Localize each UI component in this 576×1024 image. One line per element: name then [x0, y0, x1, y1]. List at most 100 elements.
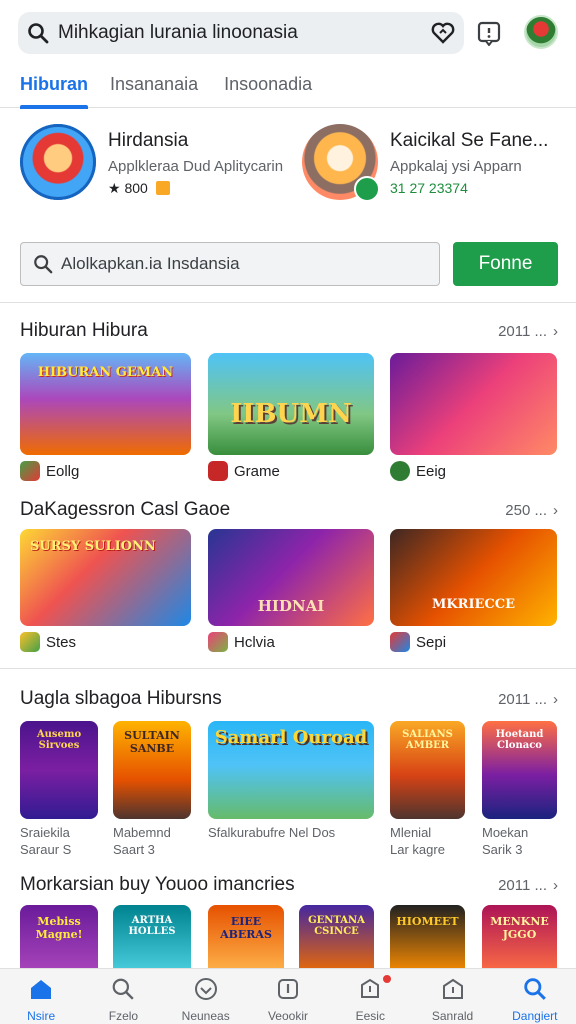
game-thumbnail: MENKNE JGGO — [482, 905, 557, 975]
tag-icon — [358, 977, 382, 1006]
see-more-link[interactable]: 2011 ... › — [498, 323, 558, 340]
game-thumbnail: SALIANS AMBER — [390, 721, 465, 819]
thumbnail-text: SURSY SULIONN — [30, 539, 156, 554]
game-subtitle: Saart 3 — [113, 842, 155, 857]
game-card[interactable]: SURSY SULIONN Stes — [20, 529, 191, 652]
game-thumbnail: GENTANA CSINCE — [299, 905, 374, 975]
nav-label: Neuneas — [181, 1009, 230, 1023]
game-card[interactable]: HIBURAN GEMAN Eollg — [20, 353, 191, 481]
thumbnail-text: MKRIECCE — [431, 597, 516, 612]
game-card[interactable]: Hoetand Clonaco Moekan Sarik 3 — [482, 721, 557, 858]
featured-app-2[interactable]: Kaicikal Se Fane... Appkalaj ysi Apparn … — [302, 124, 549, 202]
bottom-navigation: Nsire Fzelo Neuneas Veookir Eesic Sanral… — [0, 968, 576, 1024]
thumbnail-text: Hoetand Clonaco — [495, 729, 544, 751]
game-thumbnail: SULTAIN SANBE — [113, 721, 191, 819]
game-card[interactable]: Mebiss Magne! — [20, 905, 98, 975]
nav-item-favorites[interactable]: Neuneas — [165, 969, 247, 1024]
search-icon — [523, 977, 547, 1006]
app-icon — [20, 124, 96, 200]
game-card[interactable]: EIEE ABERAS — [208, 905, 284, 975]
game-card[interactable]: GENTANA CSINCE — [299, 905, 374, 975]
game-title: Grame — [234, 462, 280, 480]
section-title: DaKagessron Casl Gaoe — [20, 499, 231, 520]
nav-item-home[interactable]: Nsire — [0, 969, 82, 1024]
nav-item-search[interactable]: Fzelo — [82, 969, 164, 1024]
app-icon — [302, 124, 380, 202]
chevron-right-icon: › — [553, 501, 558, 519]
nav-label: Fzelo — [108, 1009, 139, 1023]
divider — [0, 668, 576, 669]
app-title: Kaicikal Se Fane... — [390, 130, 549, 151]
game-thumbnail: HIDNAI — [208, 529, 374, 626]
chevron-right-icon: › — [553, 876, 558, 894]
game-title: Mabemnd — [113, 825, 171, 840]
game-thumbnail: HIOMEET — [390, 905, 465, 975]
app-search-field[interactable]: Alolkapkan.ia Insdansia — [20, 242, 440, 286]
thumbnail-text: Mebiss Magne! — [35, 915, 83, 941]
game-card[interactable]: HIOMEET — [390, 905, 465, 975]
thumbnail-text: Ausemo Sirvoes — [36, 729, 82, 751]
section-header: Morkarsian buy Youoo imancries 2011 ... › — [20, 872, 558, 898]
game-card[interactable]: IIBUMN Grame — [208, 353, 374, 481]
game-card[interactable]: SULTAIN SANBE Mabemnd Saart 3 — [113, 721, 191, 858]
thumbnail-text: Samarl Ouroad — [214, 727, 368, 748]
info-icon — [276, 977, 300, 1006]
game-icon — [208, 461, 228, 481]
game-card[interactable]: MKRIECCE Sepi — [390, 529, 557, 652]
game-card[interactable]: Eeig — [390, 353, 557, 481]
search-icon — [18, 22, 58, 44]
avatar[interactable] — [524, 15, 558, 49]
section-count: 2011 ... — [498, 690, 547, 708]
game-title: Sepi — [416, 633, 447, 651]
divider — [0, 302, 576, 303]
thumbnail-text: EIEE ABERAS — [220, 915, 272, 941]
game-card[interactable]: SALIANS AMBER Mlenial Lar kagre — [390, 721, 465, 858]
nav-label: Sanrald — [431, 1009, 474, 1023]
category-tabs: Hiburan Insananaia Insoonadia — [0, 64, 576, 109]
nav-item-info[interactable]: Veookir — [247, 969, 329, 1024]
app-subtitle: Applkleraa Dud Aplitycarin — [108, 158, 284, 175]
nav-item-store[interactable]: Sanrald — [411, 969, 493, 1024]
section-count: 2011 ... — [498, 322, 547, 340]
section-header: DaKagessron Casl Gaoe 250 ... › — [20, 497, 558, 523]
game-title: Eollg — [46, 462, 80, 480]
game-card[interactable]: HIDNAI Hclvia — [208, 529, 374, 652]
game-subtitle: Lar kagre — [390, 842, 445, 857]
game-title: Stes — [46, 633, 77, 651]
see-more-link[interactable]: 2011 ... › — [498, 877, 558, 894]
nav-label: Dangiert — [512, 1009, 558, 1023]
game-title: Eeig — [416, 462, 447, 480]
game-title: Sraiekila — [20, 825, 70, 840]
see-more-link[interactable]: 250 ... › — [505, 502, 558, 519]
tab-insananaia[interactable]: Insananaia — [110, 64, 198, 108]
game-title: Hclvia — [234, 633, 275, 651]
game-icon — [390, 632, 410, 652]
game-card[interactable]: MENKNE JGGO — [482, 905, 557, 975]
thumbnail-text: HIDNAI — [257, 597, 325, 615]
featured-app-1[interactable]: Hirdansia Applkleraa Dud Aplitycarin ★ 8… — [20, 124, 283, 200]
game-thumbnail: Samarl Ouroad — [208, 721, 374, 819]
game-thumbnail: Mebiss Magne! — [20, 905, 98, 975]
nav-label: Eesic — [355, 1009, 385, 1023]
game-thumbnail: MKRIECCE — [390, 529, 557, 626]
tab-insoonadia[interactable]: Insoonadia — [224, 64, 312, 108]
section-header: Hiburan Hibura 2011 ... › — [20, 318, 558, 344]
search-submit-button[interactable]: Fonne — [453, 242, 558, 286]
game-icon — [390, 461, 410, 481]
game-card[interactable]: Ausemo Sirvoes Sraiekila Saraur S — [20, 721, 98, 858]
see-more-link[interactable]: 2011 ... › — [498, 691, 558, 708]
game-subtitle: Saraur S — [20, 842, 72, 857]
nav-item-discover[interactable]: Dangiert — [494, 969, 576, 1024]
tab-hiburan[interactable]: Hiburan — [20, 64, 89, 109]
heart-icon[interactable] — [422, 22, 464, 44]
thumbnail-text: HIBURAN GEMAN — [37, 365, 174, 380]
main-search-bar[interactable]: Mihkagian lurania linoonasia — [18, 12, 464, 54]
thumbnail-text: SULTAIN SANBE — [124, 729, 180, 755]
main-search-text: Mihkagian lurania linoonasia — [58, 22, 298, 43]
search-icon — [111, 977, 135, 1006]
nav-item-tags[interactable]: Eesic — [329, 969, 411, 1024]
game-thumbnail: HIBURAN GEMAN — [20, 353, 191, 455]
game-card[interactable]: Samarl Ouroad Sfalkurabufre Nel Dos — [208, 721, 374, 841]
game-card[interactable]: ARTHA HOLLES — [113, 905, 191, 975]
notification-icon[interactable] — [476, 20, 502, 47]
